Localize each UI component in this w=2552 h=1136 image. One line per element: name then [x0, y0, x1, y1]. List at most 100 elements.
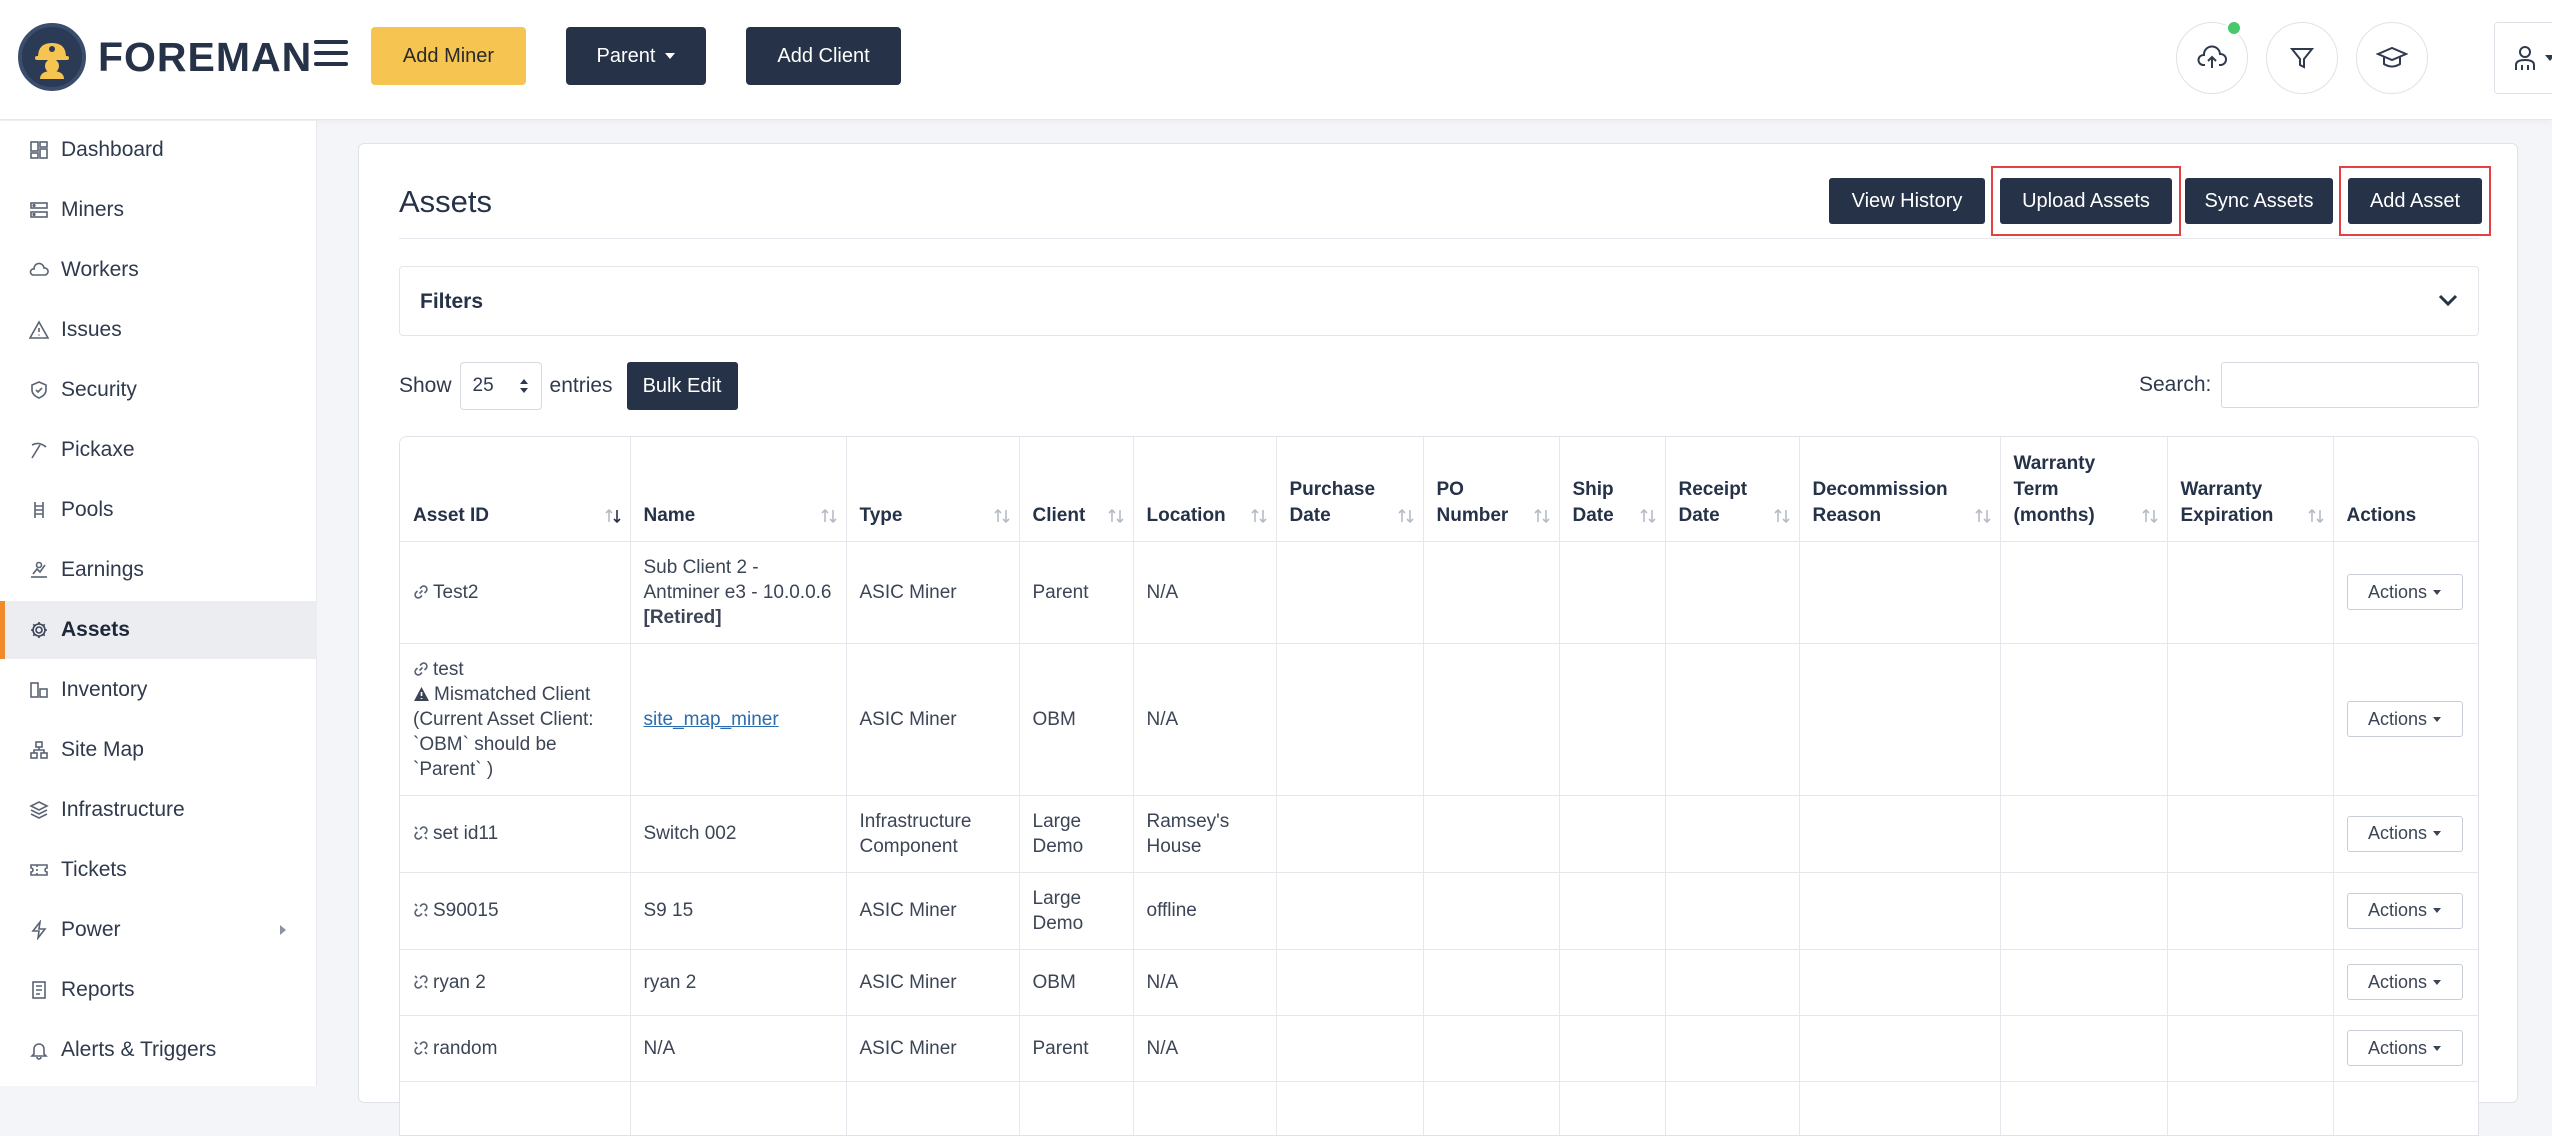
filter-button[interactable]	[2266, 22, 2338, 94]
search-input[interactable]	[2221, 362, 2479, 408]
sidebar-item-pools[interactable]: Pools	[0, 481, 317, 539]
sidebar-item-pickaxe[interactable]: Pickaxe	[0, 421, 317, 479]
column-header-asset-id[interactable]: Asset ID	[400, 437, 631, 542]
cell-warranty-term	[2000, 643, 2168, 796]
column-header-name[interactable]: Name	[630, 437, 847, 542]
column-header-location[interactable]: Location	[1133, 437, 1277, 542]
caret-down-icon	[2545, 55, 2552, 61]
sidebar-item-reports[interactable]: Reports	[0, 961, 317, 1019]
asset-id-text[interactable]: set id11	[433, 823, 498, 844]
sidebar-item-inventory[interactable]: Inventory	[0, 661, 317, 719]
pools-icon	[28, 499, 50, 521]
column-header-warranty-expiration[interactable]: Warranty Expiration	[2167, 437, 2334, 542]
sidebar-item-workers[interactable]: Workers	[0, 241, 317, 299]
pickaxe-icon	[28, 439, 50, 461]
asset-id-text[interactable]: S90015	[433, 900, 499, 921]
bolt-icon	[28, 919, 50, 941]
row-actions-button[interactable]: Actions	[2346, 964, 2463, 1000]
column-header-warranty-term[interactable]: Warranty Term (months)	[2000, 437, 2168, 542]
server-icon	[28, 199, 50, 221]
entries-select[interactable]: 25	[459, 362, 542, 410]
view-history-button[interactable]: View History	[1829, 178, 1985, 224]
upload-assets-button[interactable]: Upload Assets	[2000, 178, 2172, 224]
parent-dropdown-button[interactable]: Parent	[566, 27, 706, 85]
link-icon	[414, 584, 428, 599]
foreman-logo[interactable]: FOREMAN	[18, 22, 312, 92]
updown-icon	[519, 379, 528, 393]
asset-id-text[interactable]: test	[433, 659, 464, 680]
cell-location: N/A	[1133, 949, 1277, 1016]
sidebar-item-tickets[interactable]: Tickets	[0, 841, 317, 899]
sidebar-item-dashboard[interactable]: Dashboard	[0, 121, 317, 179]
table-row: random N/A ASIC Miner Parent N/A Actions	[400, 1015, 2478, 1082]
row-actions-button[interactable]: Actions	[2346, 1030, 2463, 1066]
cell-receipt-date	[1665, 949, 1800, 1016]
row-actions-button[interactable]: Actions	[2346, 574, 2463, 610]
miner-helmet-icon	[18, 23, 86, 91]
sidebar-item-label: Miners	[61, 198, 125, 221]
row-actions-button[interactable]: Actions	[2346, 892, 2463, 929]
online-status-dot	[2226, 20, 2242, 36]
sidebar-item-alerts-triggers[interactable]: Alerts & Triggers	[0, 1021, 317, 1079]
caret-down-icon	[2433, 589, 2442, 595]
assets-table: Asset ID Name Type Client Location Purch…	[400, 437, 2478, 1135]
column-header-ship-date[interactable]: Ship Date	[1559, 437, 1666, 542]
cell-location: N/A	[1133, 643, 1277, 796]
chevron-down-icon	[2438, 294, 2458, 307]
sort-icon	[820, 508, 837, 523]
column-header-receipt-date[interactable]: Receipt Date	[1665, 437, 1800, 542]
sync-assets-button[interactable]: Sync Assets	[2185, 178, 2333, 224]
cell-warranty-expiration	[2167, 1015, 2334, 1082]
cell-po-number	[1423, 795, 1560, 873]
add-asset-button[interactable]: Add Asset	[2348, 178, 2482, 224]
sidebar-item-label: Workers	[61, 258, 139, 281]
cell-ship-date	[1559, 643, 1666, 796]
column-header-type[interactable]: Type	[846, 437, 1020, 542]
sidebar-item-security[interactable]: Security	[0, 361, 317, 419]
cell-warranty-term	[2000, 541, 2168, 644]
cell-client: OBM	[1019, 643, 1134, 796]
column-header-decommission-reason[interactable]: Decommission Reason	[1799, 437, 2001, 542]
cell-asset-id: random	[400, 1015, 631, 1082]
cell-location: offline	[1133, 872, 1277, 950]
column-header-po-number[interactable]: PO Number	[1423, 437, 1560, 542]
layers-icon	[28, 799, 50, 821]
sidebar-item-site-map[interactable]: Site Map	[0, 721, 317, 779]
column-header-purchase-date[interactable]: Purchase Date	[1276, 437, 1424, 542]
asset-id-text[interactable]: random	[433, 1038, 497, 1059]
academy-button[interactable]	[2356, 22, 2428, 94]
user-menu-button[interactable]	[2494, 22, 2552, 94]
row-actions-button[interactable]: Actions	[2346, 701, 2463, 737]
asset-name-link[interactable]: site_map_miner	[644, 709, 779, 730]
menu-toggle-icon[interactable]	[314, 40, 348, 68]
sidebar-item-earnings[interactable]: Earnings	[0, 541, 317, 599]
sidebar-item-label: Alerts & Triggers	[61, 1038, 217, 1061]
cell-receipt-date	[1665, 872, 1800, 950]
sidebar-item-miners[interactable]: Miners	[0, 181, 317, 239]
cell-client: OBM	[1019, 949, 1134, 1016]
cell-type: Infrastructure Component	[846, 795, 1020, 873]
entries-value: 25	[472, 375, 494, 396]
sidebar-item-issues[interactable]: Issues	[0, 301, 317, 359]
cell-po-number	[1423, 643, 1560, 796]
column-header-client[interactable]: Client	[1019, 437, 1134, 542]
sidebar-item-assets[interactable]: Assets	[0, 601, 317, 659]
sidebar-item-power[interactable]: Power	[0, 901, 317, 959]
add-miner-button[interactable]: Add Miner	[371, 27, 526, 85]
sitemap-icon	[28, 739, 50, 761]
add-client-button[interactable]: Add Client	[746, 27, 901, 85]
table-row	[400, 1081, 2478, 1135]
asset-id-text[interactable]: Test2	[433, 582, 478, 603]
table-row: set id11 Switch 002 Infrastructure Compo…	[400, 795, 2478, 873]
cell-purchase-date	[1276, 872, 1424, 950]
filters-panel-toggle[interactable]: Filters	[399, 266, 2479, 336]
chevron-right-icon	[280, 925, 286, 935]
bulk-edit-button[interactable]: Bulk Edit	[626, 362, 738, 410]
unlink-icon	[414, 826, 428, 840]
row-actions-button[interactable]: Actions	[2346, 815, 2463, 852]
retired-badge: [Retired]	[643, 606, 722, 628]
cell-actions: Actions	[2333, 795, 2478, 873]
asset-id-text[interactable]: ryan 2	[433, 972, 486, 993]
sidebar-item-infrastructure[interactable]: Infrastructure	[0, 781, 317, 839]
dashboard-icon	[28, 139, 50, 161]
